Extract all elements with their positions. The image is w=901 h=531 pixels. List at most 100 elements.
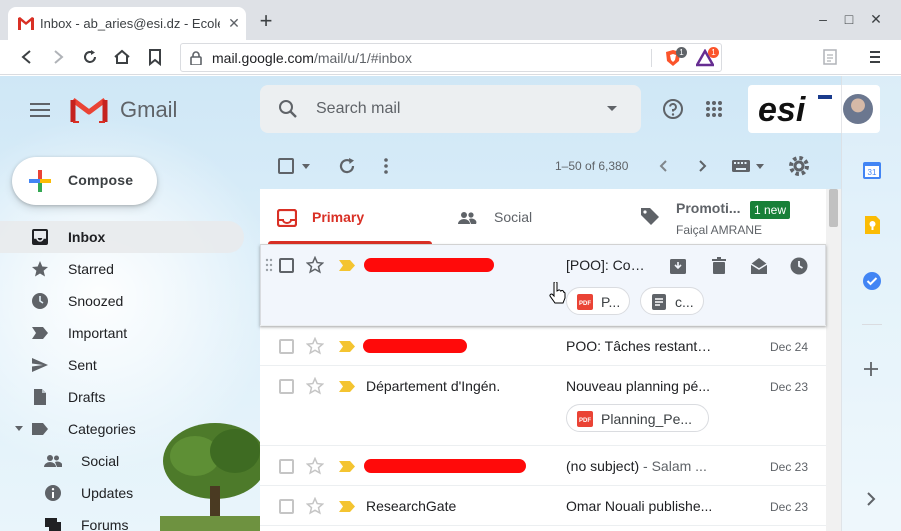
side-panel: 31 xyxy=(841,76,901,531)
important-marker-icon[interactable] xyxy=(339,341,355,352)
back-icon[interactable] xyxy=(17,47,37,67)
row-checkbox[interactable] xyxy=(279,258,294,273)
tab-primary[interactable]: Primary xyxy=(260,189,440,245)
address-bar[interactable]: mail.google.com/mail/u/1/#inbox 1 1 xyxy=(180,43,722,72)
drag-handle-icon[interactable] xyxy=(265,258,273,272)
row-checkbox[interactable] xyxy=(279,379,294,394)
attachment-chip[interactable]: c... xyxy=(640,287,704,315)
search-icon[interactable] xyxy=(278,99,298,119)
new-tab-button[interactable]: + xyxy=(256,10,276,32)
attachment-chip[interactable]: PDF Planning_Pe... xyxy=(566,404,709,432)
info-icon xyxy=(45,485,61,501)
important-marker-icon[interactable] xyxy=(339,260,355,271)
sidebar-item-label: Forums xyxy=(81,517,129,531)
keep-icon[interactable] xyxy=(862,215,882,235)
minimize-icon[interactable]: – xyxy=(814,10,832,28)
sidebar-item-social[interactable]: Social xyxy=(0,445,244,477)
scrollbar[interactable] xyxy=(826,189,841,531)
calendar-icon[interactable]: 31 xyxy=(862,160,882,180)
row-checkbox[interactable] xyxy=(279,499,294,514)
search-options-caret-icon[interactable] xyxy=(607,106,617,111)
gmail-logo-icon[interactable] xyxy=(70,96,108,124)
sender-redaction xyxy=(363,339,467,353)
browser-menu-icon[interactable] xyxy=(865,47,885,67)
maximize-icon[interactable]: □ xyxy=(840,10,858,28)
archive-icon[interactable] xyxy=(668,256,688,276)
reload-icon[interactable] xyxy=(80,47,100,67)
important-marker-icon[interactable] xyxy=(339,381,355,392)
table-row[interactable]: (no subject) - Salam ... Dec 23 xyxy=(260,446,826,486)
inbox-icon xyxy=(32,229,48,245)
sidebar-item-important[interactable]: Important xyxy=(0,317,244,349)
reader-mode-icon[interactable] xyxy=(820,47,840,67)
table-row[interactable]: ResearchGate Omar Nouali publishe... Dec… xyxy=(260,486,826,526)
tab-social[interactable]: Social xyxy=(440,189,620,245)
chevron-right-icon[interactable] xyxy=(865,491,877,507)
gmail-wordmark[interactable]: Gmail xyxy=(120,97,177,123)
snooze-icon[interactable] xyxy=(789,256,809,276)
esi-logo[interactable]: esi xyxy=(756,93,836,125)
select-options-caret-icon[interactable] xyxy=(302,164,310,169)
select-all-checkbox[interactable] xyxy=(278,158,294,174)
attachment-chip[interactable]: PDF P... xyxy=(566,287,630,315)
gmail-favicon-icon xyxy=(18,17,34,30)
star-toggle-icon[interactable] xyxy=(306,377,324,395)
esi-logo-text: esi xyxy=(758,93,807,125)
sidebar-item-label: Social xyxy=(81,453,120,469)
sidebar-item-starred[interactable]: Starred xyxy=(0,253,244,285)
tasks-icon[interactable] xyxy=(862,271,882,291)
star-toggle-icon[interactable] xyxy=(306,457,324,475)
more-vert-icon[interactable] xyxy=(380,156,392,176)
sidebar-item-categories[interactable]: Categories xyxy=(0,413,244,445)
star-toggle-icon[interactable] xyxy=(306,337,324,355)
bookmark-icon[interactable] xyxy=(145,47,165,67)
row-checkbox[interactable] xyxy=(279,339,294,354)
sidebar-item-drafts[interactable]: Drafts xyxy=(0,381,244,413)
main-menu-icon[interactable] xyxy=(30,103,50,117)
input-tools-icon[interactable] xyxy=(731,158,765,174)
sidebar-item-forums[interactable]: Forums xyxy=(0,509,244,531)
sidebar-item-inbox[interactable]: Inbox xyxy=(0,221,244,253)
forward-icon[interactable] xyxy=(48,47,68,67)
settings-gear-icon[interactable] xyxy=(788,155,810,177)
chevron-down-icon[interactable] xyxy=(15,426,23,431)
sidebar-item-updates[interactable]: Updates xyxy=(0,477,244,509)
home-icon[interactable] xyxy=(112,47,132,67)
delete-icon[interactable] xyxy=(709,256,729,276)
scrollbar-thumb[interactable] xyxy=(829,189,838,227)
google-apps-icon[interactable] xyxy=(705,100,723,118)
sidebar-item-label: Categories xyxy=(68,421,136,437)
row-checkbox[interactable] xyxy=(279,459,294,474)
sidebar-item-snoozed[interactable]: Snoozed xyxy=(0,285,244,317)
search-input[interactable] xyxy=(316,97,596,121)
important-marker-icon[interactable] xyxy=(339,501,355,512)
email-date: Dec 24 xyxy=(770,340,809,354)
url-text[interactable]: mail.google.com/mail/u/1/#inbox xyxy=(212,50,412,66)
pdf-file-icon: PDF xyxy=(577,294,593,310)
help-icon[interactable] xyxy=(662,98,684,120)
star-toggle-icon[interactable] xyxy=(306,256,324,274)
window-close-icon[interactable]: ✕ xyxy=(867,10,885,28)
forum-icon xyxy=(45,518,61,531)
pagination-range: 1–50 of 6,380 xyxy=(555,159,629,173)
important-marker-icon[interactable] xyxy=(339,461,355,472)
star-toggle-icon[interactable] xyxy=(306,497,324,515)
table-row[interactable]: [POO]: Cou... PDF P... c... xyxy=(260,245,826,326)
search-bar[interactable] xyxy=(260,85,641,133)
sidebar-item-label: Snoozed xyxy=(68,293,124,309)
tab-close-icon[interactable]: ✕ xyxy=(226,15,242,31)
email-date: Dec 23 xyxy=(770,460,809,474)
chevron-right-icon[interactable] xyxy=(695,156,711,176)
table-row[interactable]: Département d'Ingén. Nouveau planning pé… xyxy=(260,366,826,446)
compose-button[interactable]: Compose xyxy=(12,157,157,205)
browser-tab-title: Inbox - ab_aries@esi.dz - Ecole xyxy=(40,16,220,31)
sidebar-item-label: Starred xyxy=(68,261,114,277)
refresh-icon[interactable] xyxy=(337,156,357,176)
table-row[interactable]: POO: Tâches restante... Dec 24 xyxy=(260,326,826,366)
chevron-left-icon[interactable] xyxy=(655,156,671,176)
add-addon-icon[interactable] xyxy=(862,360,880,378)
mark-read-icon[interactable] xyxy=(749,256,769,276)
sidebar-item-sent[interactable]: Sent xyxy=(0,349,244,381)
lock-icon[interactable] xyxy=(189,51,203,65)
browser-tab[interactable]: Inbox - ab_aries@esi.dz - Ecole ✕ xyxy=(8,7,246,40)
